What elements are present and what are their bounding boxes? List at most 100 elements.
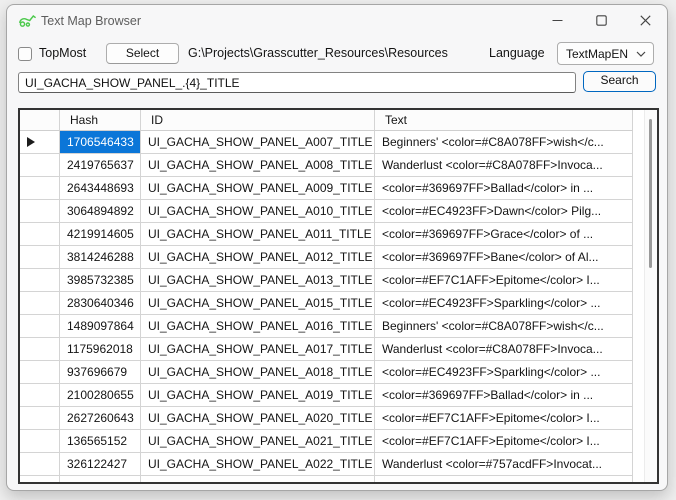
table-row[interactable]: 2627260643 UI_GACHA_SHOW_PANEL_A020_TITL… <box>20 407 633 430</box>
search-input[interactable] <box>18 72 576 93</box>
id-cell[interactable]: UI_GACHA_SHOW_PANEL_A017_TITLE <box>141 338 375 361</box>
search-button[interactable]: Search <box>583 71 656 92</box>
scrollbar-thumb[interactable] <box>649 119 652 268</box>
text-cell[interactable]: <color=#369697FF>Ballad</color> in ... <box>375 177 633 200</box>
table-row[interactable]: 3814246288 UI_GACHA_SHOW_PANEL_A012_TITL… <box>20 246 633 269</box>
text-cell[interactable]: <color=#EF7C1AFF>Epitome</color> I... <box>375 269 633 292</box>
row-selector[interactable] <box>20 154 60 177</box>
text-cell[interactable]: <color=#EC4923FF>Sparkling</color> ... <box>375 292 633 315</box>
table-row[interactable]: 326122427 UI_GACHA_SHOW_PANEL_A022_TITLE… <box>20 453 633 476</box>
row-selector[interactable] <box>20 200 60 223</box>
id-cell[interactable]: UI_GACHA_SHOW_PANEL_A012_TITLE <box>141 246 375 269</box>
text-cell[interactable]: Wanderlust <color=#C8A078FF>Invoca... <box>375 154 633 177</box>
close-icon <box>640 15 651 26</box>
id-cell[interactable]: UI_GACHA_SHOW_PANEL_A008_TITLE <box>141 154 375 177</box>
table-row[interactable]: 2100280655 UI_GACHA_SHOW_PANEL_A019_TITL… <box>20 384 633 407</box>
id-cell[interactable]: UI_GACHA_SHOW_PANEL_A011_TITLE <box>141 223 375 246</box>
id-cell[interactable]: UI_GACHA_SHOW_PANEL_A022_TITLE <box>141 453 375 476</box>
table-row[interactable]: 2419765637 UI_GACHA_SHOW_PANEL_A008_TITL… <box>20 154 633 177</box>
column-header-text[interactable]: Text <box>375 110 633 131</box>
row-selector[interactable] <box>20 430 60 453</box>
hash-cell[interactable]: 2830640346 <box>60 292 141 315</box>
row-selector[interactable] <box>20 407 60 430</box>
hash-cell[interactable]: 3064894892 <box>60 200 141 223</box>
table-row[interactable]: 2643448693 UI_GACHA_SHOW_PANEL_A009_TITL… <box>20 177 633 200</box>
text-cell[interactable]: <color=#369697FF>Ballad</color> in ... <box>375 384 633 407</box>
id-cell[interactable]: UI_GACHA_SHOW_PANEL_A007_TITLE <box>141 131 375 154</box>
resources-path: G:\Projects\Grasscutter_Resources\Resour… <box>188 46 448 60</box>
titlebar[interactable]: Text Map Browser <box>7 5 667 37</box>
row-selector[interactable] <box>20 453 60 476</box>
text-cell[interactable] <box>375 476 633 484</box>
row-selector[interactable] <box>20 315 60 338</box>
hash-cell[interactable]: 1706546433 <box>60 131 141 154</box>
hash-cell[interactable]: 2627260643 <box>60 407 141 430</box>
row-selector[interactable] <box>20 292 60 315</box>
id-cell[interactable]: UI_GACHA_SHOW_PANEL_A016_TITLE <box>141 315 375 338</box>
hash-cell[interactable]: 1489097864 <box>60 315 141 338</box>
text-cell[interactable]: <color=#EF7C1AFF>Epitome</color> I... <box>375 407 633 430</box>
row-selector[interactable] <box>20 269 60 292</box>
hash-cell[interactable]: 3985732385 <box>60 269 141 292</box>
table-row[interactable]: 136565152 UI_GACHA_SHOW_PANEL_A021_TITLE… <box>20 430 633 453</box>
grid-filler <box>633 110 644 482</box>
table-row[interactable] <box>20 476 633 484</box>
id-cell[interactable]: UI_GACHA_SHOW_PANEL_A013_TITLE <box>141 269 375 292</box>
text-cell[interactable]: <color=#369697FF>Bane</color> of Al... <box>375 246 633 269</box>
hash-cell[interactable]: 937696679 <box>60 361 141 384</box>
hash-cell[interactable]: 136565152 <box>60 430 141 453</box>
table-row[interactable]: 2830640346 UI_GACHA_SHOW_PANEL_A015_TITL… <box>20 292 633 315</box>
row-selector[interactable] <box>20 384 60 407</box>
id-cell[interactable]: UI_GACHA_SHOW_PANEL_A015_TITLE <box>141 292 375 315</box>
id-cell[interactable]: UI_GACHA_SHOW_PANEL_A010_TITLE <box>141 200 375 223</box>
text-cell[interactable]: <color=#369697FF>Grace</color> of ... <box>375 223 633 246</box>
maximize-icon <box>596 15 607 26</box>
id-cell[interactable]: UI_GACHA_SHOW_PANEL_A009_TITLE <box>141 177 375 200</box>
text-cell[interactable]: Beginners' <color=#C8A078FF>wish</c... <box>375 131 633 154</box>
minimize-button[interactable] <box>535 5 579 36</box>
text-cell[interactable]: <color=#EC4923FF>Sparkling</color> ... <box>375 361 633 384</box>
select-folder-button[interactable]: Select <box>106 43 179 64</box>
hash-cell[interactable]: 326122427 <box>60 453 141 476</box>
text-cell[interactable]: <color=#EF7C1AFF>Epitome</color> I... <box>375 430 633 453</box>
hash-cell[interactable] <box>60 476 141 484</box>
row-selector-header[interactable] <box>20 110 60 131</box>
table-row[interactable]: 3985732385 UI_GACHA_SHOW_PANEL_A013_TITL… <box>20 269 633 292</box>
table-row[interactable]: 1706546433 UI_GACHA_SHOW_PANEL_A007_TITL… <box>20 131 633 154</box>
hash-cell[interactable]: 2643448693 <box>60 177 141 200</box>
close-button[interactable] <box>623 5 667 36</box>
hash-cell[interactable]: 4219914605 <box>60 223 141 246</box>
id-cell[interactable]: UI_GACHA_SHOW_PANEL_A020_TITLE <box>141 407 375 430</box>
column-header-hash[interactable]: Hash <box>60 110 141 131</box>
hash-cell[interactable]: 2100280655 <box>60 384 141 407</box>
hash-cell[interactable]: 3814246288 <box>60 246 141 269</box>
id-cell[interactable]: UI_GACHA_SHOW_PANEL_A019_TITLE <box>141 384 375 407</box>
language-dropdown[interactable]: TextMapEN <box>557 42 654 65</box>
vertical-scrollbar[interactable] <box>644 110 657 482</box>
table-row[interactable]: 937696679 UI_GACHA_SHOW_PANEL_A018_TITLE… <box>20 361 633 384</box>
maximize-button[interactable] <box>579 5 623 36</box>
hash-cell[interactable]: 1175962018 <box>60 338 141 361</box>
row-selector[interactable] <box>20 476 60 484</box>
id-cell[interactable] <box>141 476 375 484</box>
row-selector[interactable] <box>20 131 60 154</box>
table-row[interactable]: 3064894892 UI_GACHA_SHOW_PANEL_A010_TITL… <box>20 200 633 223</box>
table-row[interactable]: 1489097864 UI_GACHA_SHOW_PANEL_A016_TITL… <box>20 315 633 338</box>
text-cell[interactable]: Beginners' <color=#C8A078FF>wish</c... <box>375 315 633 338</box>
table-row[interactable]: 1175962018 UI_GACHA_SHOW_PANEL_A017_TITL… <box>20 338 633 361</box>
text-cell[interactable]: <color=#EC4923FF>Dawn</color> Pilg... <box>375 200 633 223</box>
topmost-label: TopMost <box>39 46 86 60</box>
text-cell[interactable]: Wanderlust <color=#757acdFF>Invocat... <box>375 453 633 476</box>
row-selector[interactable] <box>20 361 60 384</box>
row-selector[interactable] <box>20 246 60 269</box>
text-cell[interactable]: Wanderlust <color=#C8A078FF>Invoca... <box>375 338 633 361</box>
row-selector[interactable] <box>20 338 60 361</box>
topmost-checkbox[interactable] <box>18 47 32 61</box>
id-cell[interactable]: UI_GACHA_SHOW_PANEL_A021_TITLE <box>141 430 375 453</box>
table-row[interactable]: 4219914605 UI_GACHA_SHOW_PANEL_A011_TITL… <box>20 223 633 246</box>
row-selector[interactable] <box>20 177 60 200</box>
hash-cell[interactable]: 2419765637 <box>60 154 141 177</box>
row-selector[interactable] <box>20 223 60 246</box>
column-header-id[interactable]: ID <box>141 110 375 131</box>
id-cell[interactable]: UI_GACHA_SHOW_PANEL_A018_TITLE <box>141 361 375 384</box>
